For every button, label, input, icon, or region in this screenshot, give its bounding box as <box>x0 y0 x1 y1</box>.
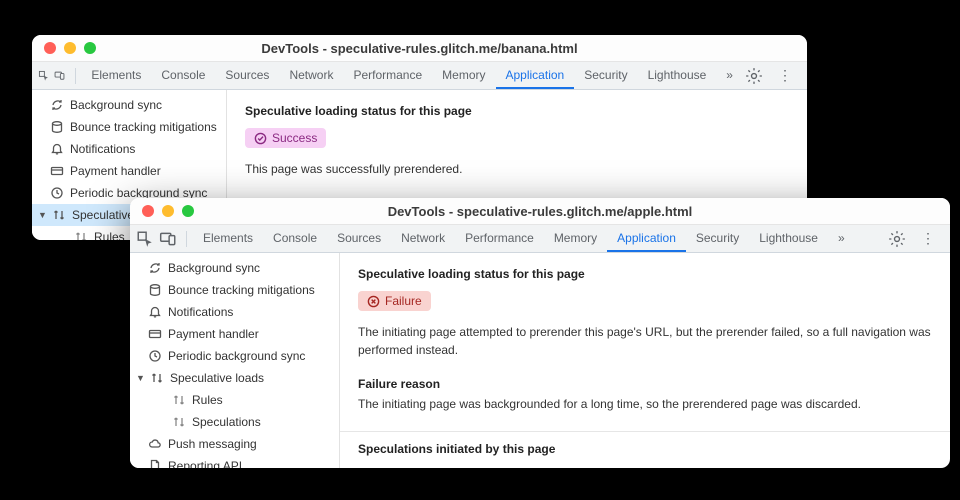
main-panel: Speculative loading status for this page… <box>340 253 950 468</box>
tab-network[interactable]: Network <box>391 225 455 252</box>
tab-console[interactable]: Console <box>151 62 215 89</box>
tab-console[interactable]: Console <box>263 225 327 252</box>
failure-reason-heading: Failure reason <box>358 377 932 391</box>
swap-icon <box>74 230 88 240</box>
status-heading: Speculative loading status for this page <box>245 104 789 118</box>
traffic-lights <box>142 205 194 217</box>
tab-elements[interactable]: Elements <box>193 225 263 252</box>
check-circle-icon <box>254 132 267 145</box>
minimize-icon[interactable] <box>64 42 76 54</box>
status-badge: Failure <box>358 291 431 311</box>
status-description: The initiating page attempted to prerend… <box>358 323 932 359</box>
tab-memory[interactable]: Memory <box>432 62 495 89</box>
panel-tabs: Elements Console Sources Network Perform… <box>193 225 886 252</box>
cloud-icon <box>148 437 162 451</box>
inspect-icon[interactable] <box>136 230 154 248</box>
swap-icon <box>150 371 164 385</box>
tab-application[interactable]: Application <box>607 225 686 252</box>
sidebar-item-push-messaging[interactable]: Push messaging <box>130 433 339 455</box>
tab-sources[interactable]: Sources <box>215 62 279 89</box>
tab-memory[interactable]: Memory <box>544 225 607 252</box>
traffic-lights <box>44 42 96 54</box>
tab-sources[interactable]: Sources <box>327 225 391 252</box>
close-icon[interactable] <box>44 42 56 54</box>
swap-icon <box>172 415 186 429</box>
titlebar: DevTools - speculative-rules.glitch.me/b… <box>32 35 807 62</box>
sidebar-item-bounce-tracking[interactable]: Bounce tracking mitigations <box>32 116 226 138</box>
tab-elements[interactable]: Elements <box>81 62 151 89</box>
more-tabs-icon[interactable]: » <box>716 62 743 89</box>
sidebar-item-payment-handler[interactable]: Payment handler <box>32 160 226 182</box>
x-circle-icon <box>367 295 380 308</box>
device-toggle-icon[interactable] <box>54 67 65 85</box>
bell-icon <box>148 305 162 319</box>
minimize-icon[interactable] <box>162 205 174 217</box>
database-icon <box>50 120 64 134</box>
tab-performance[interactable]: Performance <box>455 225 544 252</box>
settings-icon[interactable] <box>745 67 763 85</box>
application-sidebar: Background sync Bounce tracking mitigati… <box>130 253 340 468</box>
card-icon <box>50 164 64 178</box>
more-tabs-icon[interactable]: » <box>828 225 855 252</box>
sidebar-item-payment-handler[interactable]: Payment handler <box>130 323 339 345</box>
devtools-toolbar: Elements Console Sources Network Perform… <box>32 62 807 90</box>
close-icon[interactable] <box>142 205 154 217</box>
kebab-menu-icon[interactable]: ⋮ <box>776 67 794 85</box>
speculations-heading: Speculations initiated by this page <box>358 442 932 456</box>
sidebar-item-rules[interactable]: Rules <box>130 389 339 411</box>
failure-reason-text: The initiating page was backgrounded for… <box>358 395 932 413</box>
sidebar-item-speculative-loads[interactable]: ▼Speculative loads <box>130 367 339 389</box>
inspect-icon[interactable] <box>38 67 49 85</box>
window-title: DevTools - speculative-rules.glitch.me/b… <box>42 41 797 56</box>
sidebar-item-reporting-api[interactable]: Reporting API <box>130 455 339 468</box>
window-title: DevTools - speculative-rules.glitch.me/a… <box>140 204 940 219</box>
sidebar-item-notifications[interactable]: Notifications <box>32 138 226 160</box>
sync-icon <box>148 261 162 275</box>
swap-icon <box>52 208 66 222</box>
sidebar-item-notifications[interactable]: Notifications <box>130 301 339 323</box>
devtools-toolbar: Elements Console Sources Network Perform… <box>130 225 950 253</box>
status-badge: Success <box>245 128 326 148</box>
sidebar-item-bounce-tracking[interactable]: Bounce tracking mitigations <box>130 279 339 301</box>
status-heading: Speculative loading status for this page <box>358 267 932 281</box>
tab-network[interactable]: Network <box>279 62 343 89</box>
clock-icon <box>148 349 162 363</box>
bell-icon <box>50 142 64 156</box>
tab-security[interactable]: Security <box>686 225 749 252</box>
database-icon <box>148 283 162 297</box>
tab-security[interactable]: Security <box>574 62 637 89</box>
tab-lighthouse[interactable]: Lighthouse <box>749 225 828 252</box>
tab-performance[interactable]: Performance <box>343 62 432 89</box>
sync-icon <box>50 98 64 112</box>
caret-down-icon: ▼ <box>38 206 48 224</box>
devtools-window-apple: DevTools - speculative-rules.glitch.me/a… <box>130 198 950 468</box>
tab-application[interactable]: Application <box>496 62 575 89</box>
clock-icon <box>50 186 64 200</box>
device-toggle-icon[interactable] <box>159 230 177 248</box>
status-label: Failure <box>385 294 422 308</box>
status-label: Success <box>272 131 317 145</box>
sidebar-item-background-sync[interactable]: Background sync <box>32 94 226 116</box>
maximize-icon[interactable] <box>84 42 96 54</box>
document-icon <box>148 459 162 468</box>
sidebar-item-background-sync[interactable]: Background sync <box>130 257 339 279</box>
sidebar-item-periodic-sync[interactable]: Periodic background sync <box>130 345 339 367</box>
kebab-menu-icon[interactable]: ⋮ <box>919 230 937 248</box>
card-icon <box>148 327 162 341</box>
panel-tabs: Elements Console Sources Network Perform… <box>81 62 743 89</box>
titlebar: DevTools - speculative-rules.glitch.me/a… <box>130 198 950 225</box>
maximize-icon[interactable] <box>182 205 194 217</box>
status-description: This page was successfully prerendered. <box>245 160 789 178</box>
tab-lighthouse[interactable]: Lighthouse <box>638 62 717 89</box>
sidebar-item-speculations[interactable]: Speculations <box>130 411 339 433</box>
caret-down-icon: ▼ <box>136 369 146 387</box>
swap-icon <box>172 393 186 407</box>
settings-icon[interactable] <box>888 230 906 248</box>
